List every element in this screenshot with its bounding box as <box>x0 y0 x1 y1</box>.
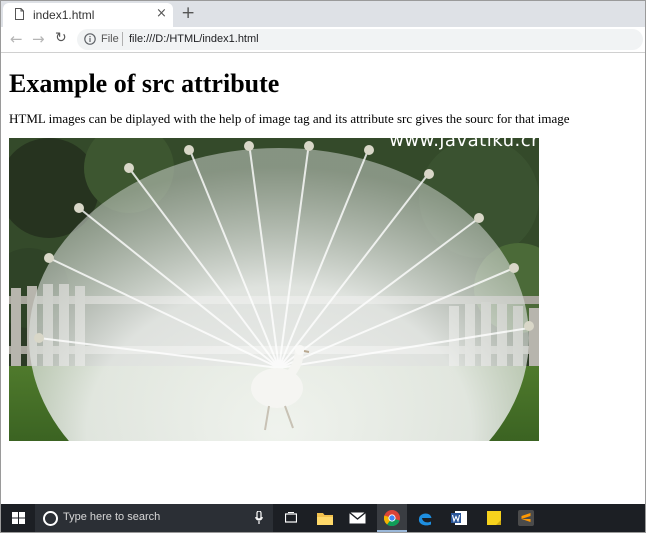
word-icon[interactable] <box>451 510 467 526</box>
scheme-label: File <box>101 33 119 45</box>
cortana-icon <box>43 511 58 526</box>
taskbar: Type here to search <box>1 504 645 532</box>
page-content: Example of src attribute HTML images can… <box>1 53 645 504</box>
info-icon[interactable] <box>84 33 96 45</box>
peacock-image: www.javatiku.cr <box>9 138 539 441</box>
search-placeholder: Type here to search <box>63 511 161 523</box>
file-explorer-icon[interactable] <box>317 511 333 525</box>
document-icon <box>15 8 24 20</box>
divider <box>122 32 123 46</box>
forward-button[interactable]: → <box>32 30 45 48</box>
watermark-text: www.javatiku.cr <box>389 138 539 151</box>
windows-start-icon[interactable] <box>12 512 25 524</box>
chrome-icon <box>384 510 400 526</box>
back-button[interactable]: ← <box>10 30 23 48</box>
task-view-icon[interactable] <box>285 512 297 524</box>
new-tab-button[interactable]: + <box>181 3 195 23</box>
reload-button[interactable]: ↻ <box>55 30 67 46</box>
close-icon[interactable]: × <box>156 6 167 21</box>
microphone-icon[interactable] <box>255 511 263 525</box>
url-text[interactable]: file:///D:/HTML/index1.html <box>129 33 259 45</box>
tab-index1[interactable]: index1.html × <box>3 3 173 27</box>
sticky-notes-icon[interactable] <box>487 511 501 525</box>
page-heading: Example of src attribute <box>9 69 280 98</box>
sublime-text-icon[interactable] <box>518 510 534 526</box>
edge-icon[interactable] <box>417 510 433 526</box>
address-bar[interactable]: File file:///D:/HTML/index1.html <box>77 29 643 50</box>
taskbar-search[interactable]: Type here to search <box>35 504 273 532</box>
browser-window: index1.html × + ← → ↻ File file:///D:/HT… <box>0 0 646 533</box>
tab-title: index1.html <box>33 8 95 22</box>
page-paragraph: HTML images can be diplayed with the hel… <box>9 111 570 126</box>
mail-icon[interactable] <box>349 512 366 524</box>
tab-strip: index1.html × + <box>1 1 645 27</box>
toolbar: ← → ↻ File file:///D:/HTML/index1.html <box>1 27 645 53</box>
chrome-taskbar-button[interactable] <box>377 504 407 532</box>
